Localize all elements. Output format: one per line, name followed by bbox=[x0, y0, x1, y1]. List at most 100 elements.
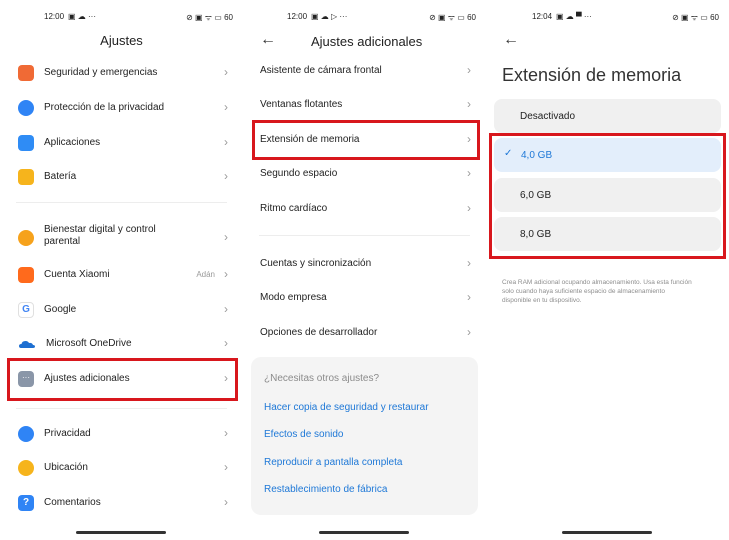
wellbeing-icon bbox=[18, 230, 34, 246]
status-indicators: ▣ ☁ ▀ ··· bbox=[556, 12, 592, 21]
location-icon bbox=[18, 460, 34, 476]
chevron-right-icon: › bbox=[224, 267, 228, 281]
list-item-label: Asistente de cámara frontal bbox=[260, 65, 382, 76]
list-item-label: Ventanas flotantes bbox=[260, 99, 343, 110]
status-bar: 12:00 ▣ ☁ ··· ⊘ ▣ ᯤ ▭ 60 bbox=[0, 10, 243, 24]
status-bar: 12:04 ▣ ☁ ▀ ··· ⊘ ▣ ᯤ ▭ 60 bbox=[486, 10, 729, 24]
list-item-label: Modo empresa bbox=[260, 292, 327, 303]
settings-item-label: Protección de la privacidad bbox=[44, 102, 165, 113]
chevron-right-icon: › bbox=[467, 166, 471, 180]
link-sound-effects[interactable]: Efectos de sonido bbox=[264, 429, 344, 440]
settings-item-feedback[interactable]: ? Comentarios › bbox=[0, 489, 243, 517]
back-arrow-icon[interactable]: ← bbox=[260, 32, 276, 48]
settings-item-google[interactable]: G Google › bbox=[0, 296, 243, 324]
list-item-label: Ritmo cardíaco bbox=[260, 203, 328, 214]
google-icon: G bbox=[18, 302, 34, 318]
list-item-accounts-sync[interactable]: Cuentas y sincronización › bbox=[243, 250, 486, 278]
settings-item-xiaomi-account[interactable]: Cuenta Xiaomi Adán › bbox=[0, 261, 243, 289]
settings-item-label: Aplicaciones bbox=[44, 137, 101, 148]
link-backup-restore[interactable]: Hacer copia de seguridad y restaurar bbox=[264, 402, 429, 413]
list-item-label: Opciones de desarrollador bbox=[260, 327, 378, 338]
settings-item-label: Comentarios bbox=[44, 497, 101, 508]
settings-item-label: Privacidad bbox=[44, 428, 91, 439]
list-item-label: Segundo espacio bbox=[260, 168, 338, 179]
chevron-right-icon: › bbox=[224, 169, 228, 183]
settings-item-apps[interactable]: Aplicaciones › bbox=[0, 129, 243, 157]
settings-item-label: Batería bbox=[44, 171, 77, 182]
list-item-second-space[interactable]: Segundo espacio › bbox=[243, 160, 486, 188]
status-time: 12:00 bbox=[287, 12, 308, 21]
onedrive-icon bbox=[18, 336, 35, 352]
link-factory-reset[interactable]: Restablecimiento de fábrica bbox=[264, 484, 387, 495]
status-time: 12:00 bbox=[44, 12, 65, 21]
battery-icon bbox=[18, 169, 34, 185]
settings-item-security[interactable]: Seguridad y emergencias › bbox=[0, 59, 243, 87]
list-item-front-camera[interactable]: Asistente de cámara frontal › bbox=[243, 57, 486, 85]
settings-item-wellbeing[interactable]: Bienestar digital y control parental › bbox=[0, 222, 243, 258]
settings-item-privacy-protection[interactable]: Protección de la privacidad › bbox=[0, 94, 243, 122]
list-item-developer-options[interactable]: Opciones de desarrollador › bbox=[243, 319, 486, 347]
status-indicators: ▣ ☁ ▷ ··· bbox=[311, 12, 348, 21]
shield-icon bbox=[18, 65, 34, 81]
status-bar: 12:00 ▣ ☁ ▷ ··· ⊘ ▣ ᯤ ▭ 60 bbox=[243, 10, 486, 24]
chevron-right-icon: › bbox=[224, 302, 228, 316]
feedback-icon: ? bbox=[18, 495, 34, 511]
chevron-right-icon: › bbox=[224, 135, 228, 149]
settings-screen: 12:00 ▣ ☁ ··· ⊘ ▣ ᯤ ▭ 60 Ajustes Segurid… bbox=[0, 0, 243, 540]
status-indicators: ▣ ☁ ··· bbox=[68, 12, 96, 21]
card-question: ¿Necesitas otros ajustes? bbox=[264, 373, 380, 384]
page-title: Ajustes adicionales bbox=[311, 34, 423, 49]
link-fullscreen-play[interactable]: Reproducir a pantalla completa bbox=[264, 457, 402, 468]
memory-extension-screen: 12:04 ▣ ☁ ▀ ··· ⊘ ▣ ᯤ ▭ 60 ← Extensión d… bbox=[486, 0, 729, 540]
highlight-box bbox=[7, 358, 238, 401]
xiaomi-icon bbox=[18, 267, 34, 283]
settings-item-label: Ubicación bbox=[44, 462, 88, 473]
chevron-right-icon: › bbox=[467, 97, 471, 111]
chevron-right-icon: › bbox=[467, 325, 471, 339]
chevron-right-icon: › bbox=[467, 290, 471, 304]
chevron-right-icon: › bbox=[467, 201, 471, 215]
page-title: Ajustes bbox=[100, 33, 143, 48]
status-right: ⊘ ▣ ᯤ ▭ 60 bbox=[429, 13, 476, 22]
privacy-icon bbox=[18, 100, 34, 116]
chevron-right-icon: › bbox=[224, 336, 228, 350]
chevron-right-icon: › bbox=[224, 460, 228, 474]
status-right: ⊘ ▣ ᯤ ▭ 60 bbox=[186, 13, 233, 22]
chevron-right-icon: › bbox=[224, 65, 228, 79]
option-label: Desactivado bbox=[520, 111, 576, 122]
list-item-label: Cuentas y sincronización bbox=[260, 258, 372, 269]
chevron-right-icon: › bbox=[224, 495, 228, 509]
chevron-right-icon: › bbox=[224, 230, 228, 244]
divider bbox=[16, 202, 227, 203]
home-indicator[interactable] bbox=[319, 531, 409, 534]
home-indicator[interactable] bbox=[562, 531, 652, 534]
settings-item-battery[interactable]: Batería › bbox=[0, 163, 243, 191]
highlight-box bbox=[489, 133, 726, 259]
settings-item-privacy[interactable]: Privacidad › bbox=[0, 420, 243, 448]
settings-item-label: Cuenta Xiaomi bbox=[44, 269, 110, 280]
additional-settings-screen: 12:00 ▣ ☁ ▷ ··· ⊘ ▣ ᯤ ▭ 60 ← Ajustes adi… bbox=[243, 0, 486, 540]
list-item-heart-rate[interactable]: Ritmo cardíaco › bbox=[243, 195, 486, 223]
settings-item-label: Microsoft OneDrive bbox=[46, 338, 132, 349]
list-item-enterprise-mode[interactable]: Modo empresa › bbox=[243, 284, 486, 312]
settings-item-onedrive[interactable]: Microsoft OneDrive › bbox=[0, 330, 243, 358]
chevron-right-icon: › bbox=[467, 63, 471, 77]
option-disabled[interactable]: Desactivado bbox=[494, 99, 721, 133]
page-title: Extensión de memoria bbox=[502, 65, 682, 85]
back-arrow-icon[interactable]: ← bbox=[503, 32, 519, 48]
memory-extension-note: Crea RAM adicional ocupando almacenamien… bbox=[502, 279, 692, 304]
settings-item-label: Seguridad y emergencias bbox=[44, 67, 158, 78]
list-item-floating-windows[interactable]: Ventanas flotantes › bbox=[243, 91, 486, 119]
highlight-box bbox=[252, 120, 480, 160]
settings-item-label: Google bbox=[44, 304, 77, 315]
status-time: 12:04 bbox=[532, 12, 553, 21]
status-right: ⊘ ▣ ᯤ ▭ 60 bbox=[672, 13, 719, 22]
apps-icon bbox=[18, 135, 34, 151]
eye-icon bbox=[18, 426, 34, 442]
chevron-right-icon: › bbox=[224, 426, 228, 440]
home-indicator[interactable] bbox=[76, 531, 166, 534]
divider bbox=[16, 408, 227, 409]
divider bbox=[259, 235, 470, 236]
settings-item-location[interactable]: Ubicación › bbox=[0, 454, 243, 482]
settings-item-label: Bienestar digital y control parental bbox=[44, 224, 156, 247]
